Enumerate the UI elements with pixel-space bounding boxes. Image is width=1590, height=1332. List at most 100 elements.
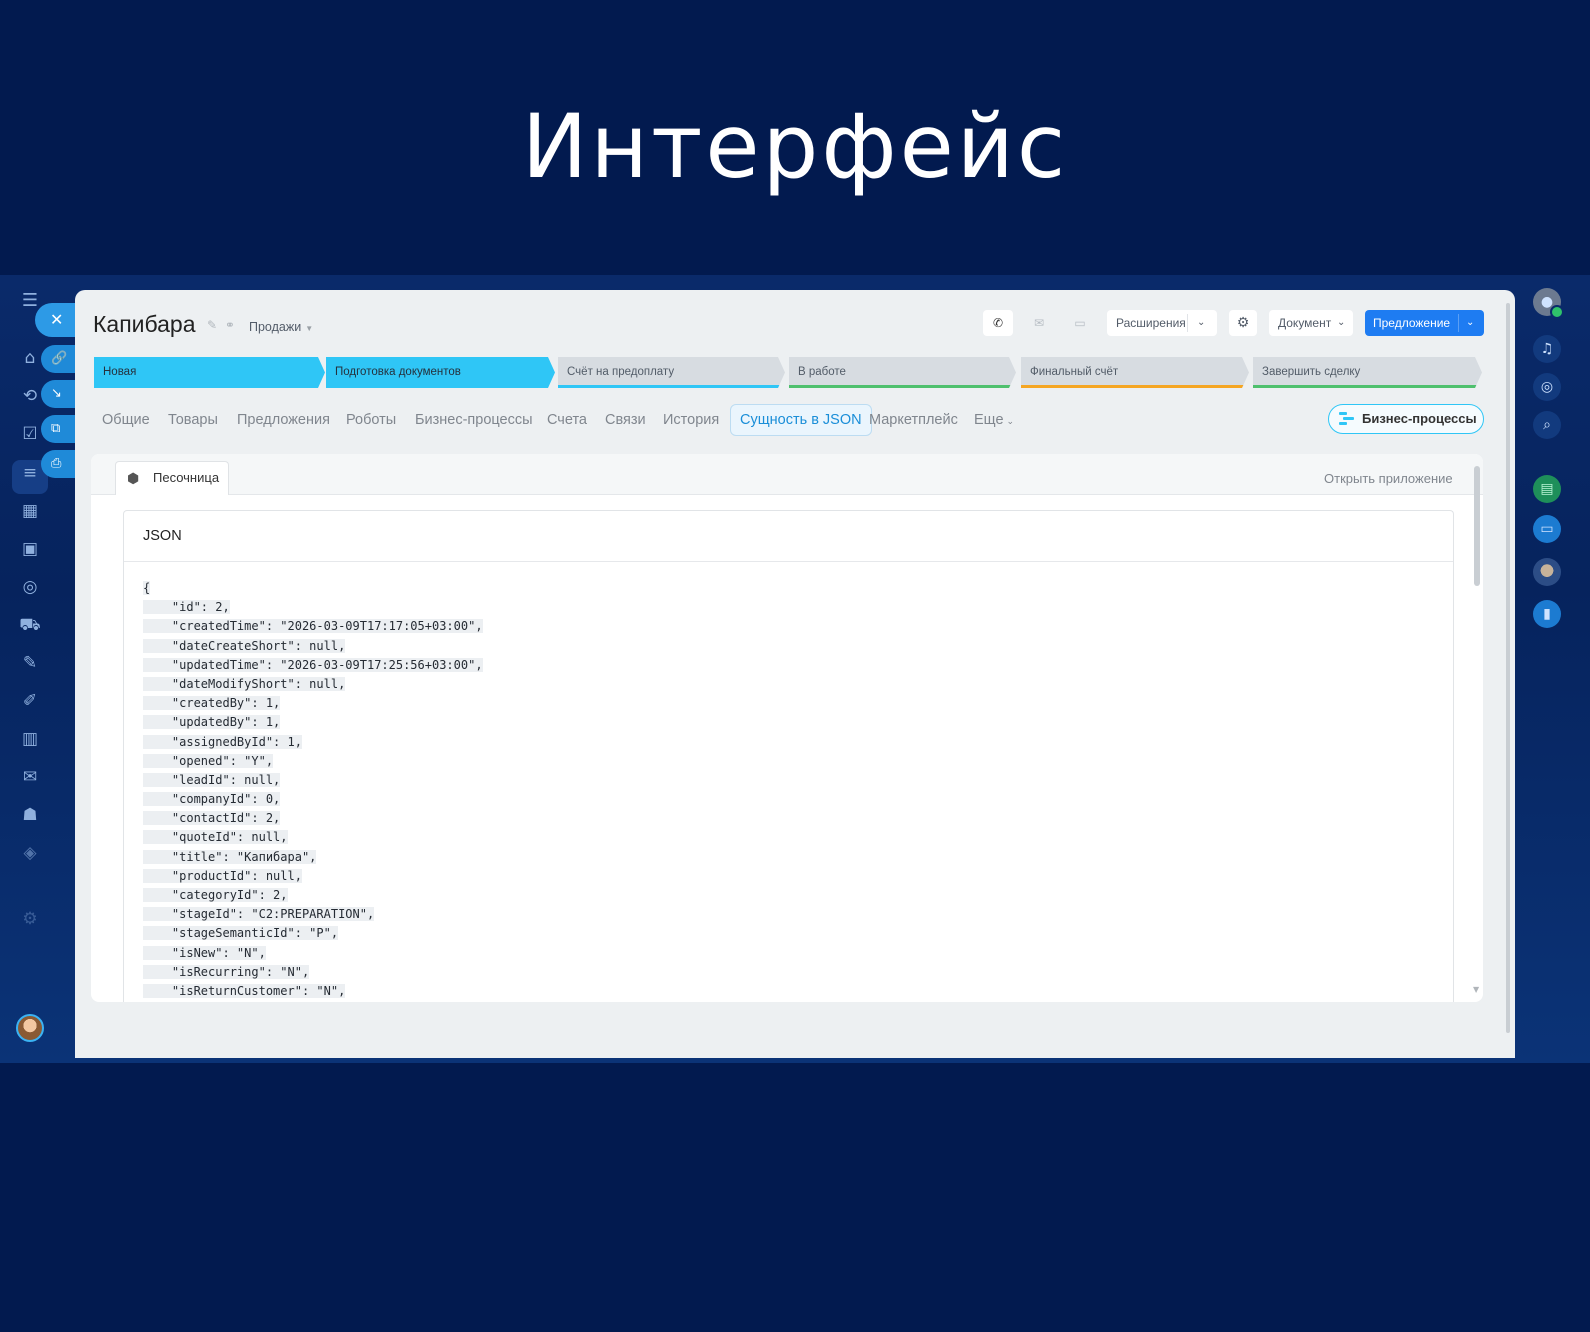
offer-label: Предложение [1373,316,1451,330]
title-actions: ✎ ⚭ [207,318,235,332]
code-line: "quoteId": null, [143,830,288,845]
store-icon[interactable]: ▣ [19,538,41,560]
code-line: "productId": null, [143,868,302,883]
box-icon[interactable]: ◈ [19,842,41,864]
offer-button[interactable]: Предложение ⌄ [1365,310,1484,336]
tab-marketplace[interactable]: Маркетплейс [869,412,958,428]
deal-title: Капибара [93,311,196,337]
tasks-icon[interactable]: ☑ [19,423,41,445]
code-line: "companyId": 0, [143,792,281,807]
extensions-button[interactable]: Расширения ⌄ [1107,310,1217,336]
code-line: "createdTime": "2026-03-09T17:17:05+03:0… [143,619,483,634]
online-status-indicator [1550,305,1564,319]
bell-icon[interactable]: ♫ [1533,335,1561,363]
tab-business-processes[interactable]: Бизнес-процессы [415,412,533,428]
external-link-icon: ⧉ [51,421,61,436]
target-icon[interactable]: ◎ [19,576,41,598]
code-line: { [143,581,151,595]
pipeline-selector[interactable]: Продажи ▼ [249,320,313,334]
tab-entity-json[interactable]: Сущность в JSON [730,404,872,436]
mail-icon[interactable]: ✉ [19,766,41,788]
tab-general[interactable]: Общие [102,412,150,428]
sandbox-tab[interactable]: ⬢ Песочница [115,461,229,495]
tab-invoices[interactable]: Счета [547,412,587,428]
document-button[interactable]: Документ ⌄ [1269,310,1353,336]
json-viewer: JSON { "id": 2, "createdTime": "2026-03-… [123,510,1454,1002]
print-button[interactable]: ⎙ [41,450,75,478]
minimize-button[interactable]: ↘ [41,380,75,408]
hero-title: Интерфейс [521,95,1069,198]
code-line: "dateCreateShort": null, [143,638,346,653]
business-processes-button[interactable]: Бизнес-процессы [1328,404,1484,434]
pipeline-label: Продажи [249,320,302,334]
code-line: "leadId": null, [143,772,281,787]
chat-search-icon[interactable]: ⌕ [1533,411,1561,439]
photo-avatar-icon[interactable] [1533,558,1561,586]
open-app-link[interactable]: Открыть приложение [1324,471,1453,486]
call-button[interactable]: ✆ [983,310,1013,336]
tab-offers[interactable]: Предложения [237,412,330,428]
edit-icon[interactable]: ✐ [19,690,41,712]
tab-more[interactable]: Еще ⌄ [974,412,1014,428]
stage-prepayment-invoice[interactable]: Счёт на предоплату [558,357,785,388]
book-icon[interactable]: ▤ [1533,475,1561,503]
divider [1458,314,1459,332]
crm-funnel-icon[interactable]: ≡ [19,462,41,484]
code-line: "isReturnCustomer": "N", [143,983,346,998]
scroll-down-arrow-icon[interactable]: ▼ [1473,985,1479,994]
panel-scrollbar[interactable] [1474,466,1480,586]
target-icon[interactable]: ◎ [1533,373,1561,401]
calendar-icon[interactable]: ▦ [19,500,41,522]
cube-icon: ⬢ [127,471,140,487]
chat-icon[interactable]: ▭ [1533,515,1561,543]
code-line: "stageId": "C2:PREPARATION", [143,907,375,922]
tab-history[interactable]: История [663,412,719,428]
code-line: "id": 2, [143,600,230,615]
tab-relations[interactable]: Связи [605,412,646,428]
close-slider-button[interactable]: ✕ [35,303,79,337]
chat-button[interactable]: ▭ [1065,310,1095,336]
stage-label: Новая [103,366,137,378]
business-processes-label: Бизнес-процессы [1362,411,1477,426]
phone-icon: ✆ [992,316,1004,330]
cart-icon[interactable]: ⛟ [19,614,41,636]
copy-link-button[interactable]: 🔗 [41,345,75,373]
sign-icon[interactable]: ✎ [19,652,41,674]
window-scrollbar[interactable] [1506,303,1510,1033]
chevron-down-icon: ⌄ [1337,317,1346,328]
business-process-icon [1339,412,1354,425]
stage-final-invoice[interactable]: Финальный счёт [1021,357,1249,388]
code-line: "createdBy": 1, [143,696,281,711]
stage-label: В работе [798,366,846,378]
chevron-down-icon[interactable]: ⌄ [1466,310,1474,336]
settings-icon[interactable]: ⚙ [19,908,41,930]
tab-robots[interactable]: Роботы [346,412,396,428]
workflow-icon[interactable]: ⟲ [19,385,41,407]
json-title: JSON [124,511,1453,562]
arrow-down-right-icon: ↘ [51,386,62,401]
user-avatar[interactable] [16,1014,44,1042]
json-code: { "id": 2, "createdTime": "2026-03-09T17… [143,579,483,1001]
code-line: "updatedBy": 1, [143,715,281,730]
tab-products[interactable]: Товары [168,412,218,428]
stage-in-progress[interactable]: В работе [789,357,1016,388]
stage-new[interactable]: Новая [94,357,325,388]
code-line: "isNew": "N", [143,945,266,960]
analytics-icon[interactable]: ▥ [19,728,41,750]
robot-icon[interactable]: ☗ [19,804,41,826]
home-icon[interactable]: ⌂ [19,347,41,369]
bookmark-icon[interactable]: ▮ [1533,600,1561,628]
open-new-window-button[interactable]: ⧉ [41,415,75,443]
code-line: "contactId": 2, [143,811,281,826]
edit-title-icon[interactable]: ✎ [207,318,217,332]
stage-label: Финальный счёт [1030,366,1119,378]
email-button[interactable]: ✉ [1024,310,1054,336]
code-line: "assignedById": 1, [143,734,302,749]
sandbox-tab-label: Песочница [153,470,220,485]
stage-close-deal[interactable]: Завершить сделку [1253,357,1482,388]
settings-button[interactable]: ⚙ [1229,310,1257,336]
chevron-down-icon[interactable]: ⌄ [1197,310,1205,336]
stage-preparation[interactable]: Подготовка документов [326,357,555,388]
code-line: "dateModifyShort": null, [143,676,346,691]
copy-link-icon[interactable]: ⚭ [225,318,235,332]
